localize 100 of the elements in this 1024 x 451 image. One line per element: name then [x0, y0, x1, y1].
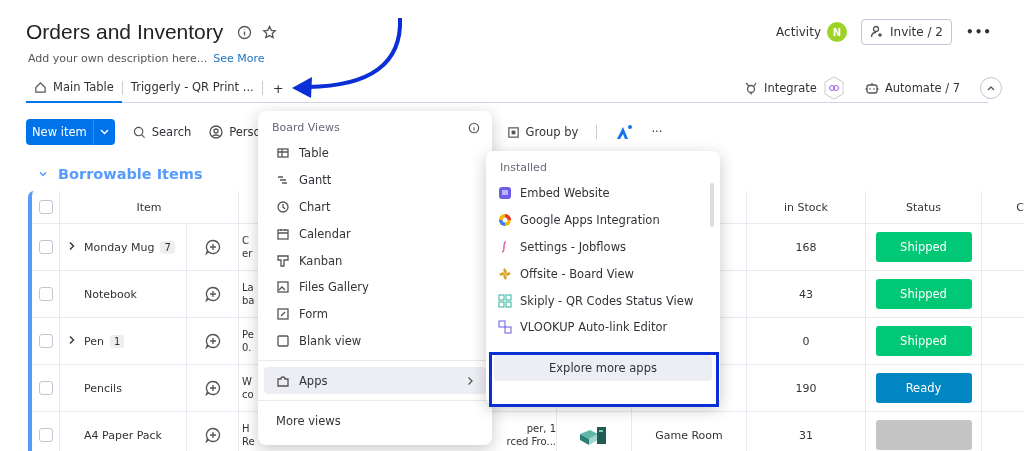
grid-icon — [498, 293, 512, 308]
item-name[interactable]: Notebook — [84, 287, 137, 301]
stock-count: 190 — [795, 381, 817, 395]
subitem-count: 1 — [110, 334, 125, 348]
add-update-icon[interactable] — [204, 427, 221, 443]
menu-item[interactable]: Apps — [264, 367, 486, 395]
explore-apps-button[interactable]: Explore more apps — [494, 354, 712, 381]
checkbox[interactable] — [38, 200, 53, 214]
description-text: C er — [242, 233, 253, 261]
column-header: C — [1016, 200, 1024, 214]
menu-item[interactable]: Embed Website — [486, 180, 720, 207]
caret-icon[interactable] — [99, 129, 109, 135]
puzzle-icon — [276, 373, 290, 388]
location-text: Game Room — [655, 428, 723, 442]
chevron-up-icon — [987, 85, 995, 91]
checkbox[interactable] — [38, 381, 53, 395]
pinwheel-icon — [498, 266, 512, 281]
description-text: H Re — [242, 421, 255, 449]
checkbox[interactable] — [38, 240, 53, 254]
stock-count: 168 — [795, 240, 817, 254]
add-view-button[interactable]: + — [262, 80, 294, 96]
home-icon — [34, 80, 47, 94]
add-person-icon — [870, 25, 884, 39]
add-update-icon[interactable] — [204, 239, 221, 255]
description-text: Pe 0. — [242, 327, 254, 355]
chevron-right-icon — [467, 375, 474, 386]
description-text: per, 1 rced Fro... — [506, 421, 556, 449]
column-header: Item — [136, 200, 162, 214]
table-icon — [276, 146, 290, 161]
kanban-icon — [276, 253, 290, 268]
plug-icon — [744, 81, 758, 95]
robot-icon — [864, 81, 879, 95]
gallery-icon — [276, 280, 290, 295]
invite-button[interactable]: Invite / 2 — [861, 19, 952, 45]
more-button[interactable]: ••• — [966, 25, 992, 39]
checkbox[interactable] — [38, 428, 53, 442]
new-item-button[interactable]: New item — [26, 119, 115, 145]
menu-heading: Installed — [500, 161, 547, 174]
menu-item[interactable]: Files Gallery — [264, 274, 486, 301]
description-text: La ba — [242, 280, 255, 308]
item-name[interactable]: Pen — [84, 334, 104, 348]
group-by-button[interactable]: Group by — [506, 125, 579, 139]
item-name[interactable]: A4 Paper Pack — [84, 428, 162, 442]
menu-item[interactable]: VLOOKUP Auto-link Editor — [486, 314, 720, 341]
stock-count: 0 — [802, 334, 810, 348]
item-name[interactable]: Pencils — [84, 381, 122, 395]
view-tab[interactable]: Triggerly - QR Print ... — [122, 73, 262, 103]
person-icon — [209, 125, 224, 139]
search-icon — [132, 125, 146, 139]
status-label[interactable]: Ready — [875, 373, 972, 403]
scrollbar[interactable] — [710, 183, 714, 227]
clock-icon — [276, 200, 290, 214]
squares-icon — [498, 320, 512, 335]
expand-icon[interactable] — [68, 240, 76, 251]
see-more-link[interactable]: See More — [213, 52, 265, 68]
menu-item[interactable]: Gantt — [264, 166, 486, 194]
menu-item[interactable]: Kanban — [264, 247, 486, 274]
hexagon-icon — [822, 76, 845, 100]
menu-item[interactable]: More views — [264, 407, 486, 434]
menu-item[interactable]: Blank view — [264, 327, 486, 355]
item-name[interactable]: Monday Mug — [84, 240, 155, 254]
checkbox[interactable] — [38, 287, 53, 301]
window-icon — [498, 186, 512, 201]
app-logo-icon[interactable] — [615, 124, 634, 140]
automate-button[interactable]: Automate / 7 — [884, 81, 960, 95]
menu-item[interactable]: Skiply - QR Codes Status View — [486, 287, 720, 314]
menu-item[interactable]: Settings - Jobflows — [486, 233, 720, 261]
stock-count: 31 — [799, 428, 813, 442]
chevron-down-icon[interactable] — [38, 169, 48, 179]
search-button[interactable]: Search — [132, 125, 192, 139]
column-header: Status — [905, 200, 942, 214]
activity-link[interactable]: Activity — [776, 25, 821, 39]
menu-item[interactable]: Chart — [264, 193, 486, 221]
board-description[interactable]: Add your own description here... — [28, 52, 208, 68]
calendar-icon — [276, 226, 290, 241]
add-update-icon[interactable] — [204, 380, 221, 396]
menu-item[interactable]: Table — [264, 140, 486, 167]
blank-icon — [276, 333, 290, 348]
board-title: Orders and Inventory — [26, 20, 224, 44]
column-header: in Stock — [784, 200, 828, 214]
add-update-icon[interactable] — [204, 286, 221, 302]
menu-item[interactable]: Form — [264, 300, 486, 328]
view-tab[interactable]: Main Table — [26, 73, 122, 103]
group-icon — [506, 125, 520, 139]
star-icon[interactable] — [262, 24, 278, 40]
stock-count: 43 — [799, 287, 813, 301]
form-icon — [276, 307, 290, 322]
info-icon[interactable] — [468, 121, 480, 134]
checkbox[interactable] — [38, 334, 53, 348]
menu-heading: Board Views — [272, 121, 340, 134]
ring-icon — [498, 213, 512, 228]
integrate-button[interactable]: Integrate — [764, 81, 817, 95]
expand-icon[interactable] — [68, 334, 76, 345]
menu-item[interactable]: Offsite - Board View — [486, 260, 720, 288]
description-text: W co — [242, 374, 254, 402]
menu-item[interactable]: Calendar — [264, 220, 486, 248]
info-icon[interactable] — [237, 24, 253, 40]
add-update-icon[interactable] — [204, 333, 221, 349]
more-button[interactable]: ··· — [651, 125, 663, 139]
menu-item[interactable]: Google Apps Integration — [486, 206, 720, 234]
